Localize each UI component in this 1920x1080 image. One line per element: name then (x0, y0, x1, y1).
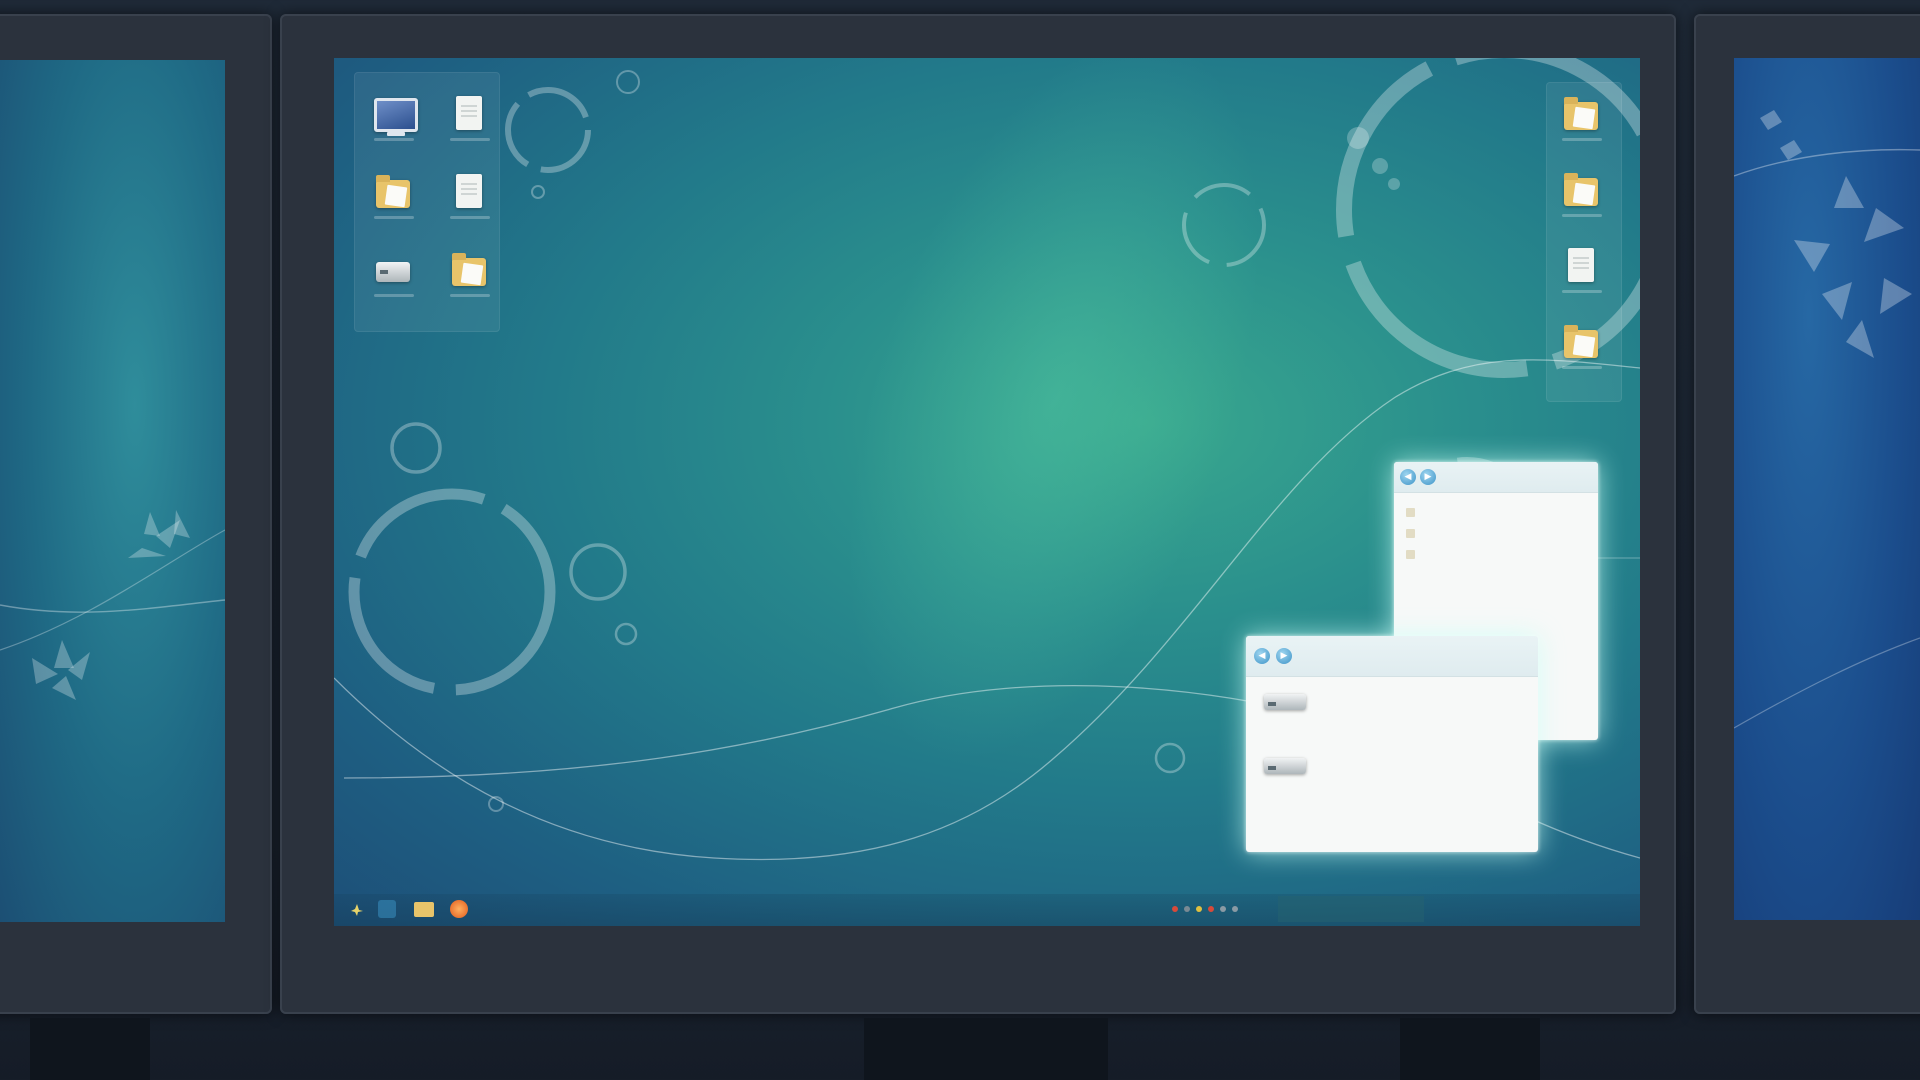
back-arrow-icon[interactable]: ◀ (1254, 648, 1270, 664)
computer-icon[interactable] (368, 92, 420, 152)
system-tray (1172, 904, 1292, 916)
folder-icon[interactable] (368, 170, 420, 230)
wallpaper-decoration (1734, 110, 1920, 729)
main-desktop: ◀ ▶ ◀ ▶ (334, 58, 1640, 926)
taskbar (334, 894, 1640, 926)
folder-icon[interactable] (1556, 168, 1608, 228)
folder-icon (1406, 550, 1415, 559)
browser-icon[interactable] (378, 900, 396, 918)
clock-panel[interactable] (1278, 896, 1424, 922)
window-titlebar[interactable]: ◀ ▶ (1394, 462, 1598, 493)
wallpaper-decoration (0, 510, 225, 700)
folder-icon (1406, 508, 1415, 517)
folder-icon[interactable] (1556, 92, 1608, 152)
back-arrow-icon[interactable]: ◀ (1400, 469, 1416, 485)
tray-status-icon[interactable] (1220, 906, 1226, 912)
folder-icon[interactable] (1556, 320, 1608, 380)
start-icon[interactable] (350, 902, 364, 916)
drive-icon[interactable] (368, 248, 420, 308)
drive-icon (1264, 694, 1306, 710)
forward-arrow-icon[interactable]: ▶ (1420, 469, 1436, 485)
window-titlebar[interactable]: ◀ ▶ (1246, 636, 1538, 677)
document-icon[interactable] (444, 92, 496, 152)
tray-status-icon[interactable] (1184, 906, 1190, 912)
tray-status-icon[interactable] (1172, 906, 1178, 912)
document-icon[interactable] (444, 170, 496, 230)
folder-icon (1406, 529, 1415, 538)
monitor-stand (864, 1018, 1108, 1080)
monitor-stand (30, 1018, 150, 1080)
folder-icon[interactable] (414, 902, 434, 917)
document-icon[interactable] (1556, 244, 1608, 304)
forward-arrow-icon[interactable]: ▶ (1276, 648, 1292, 664)
tray-status-icon[interactable] (1232, 906, 1238, 912)
explorer-window-front[interactable]: ◀ ▶ (1246, 636, 1538, 852)
tray-status-icon[interactable] (1196, 906, 1202, 912)
media-icon[interactable] (450, 900, 468, 918)
monitor-stand (1400, 1018, 1540, 1080)
drive-icon (1264, 758, 1306, 774)
right-screen (1734, 58, 1920, 920)
left-screen (0, 60, 225, 922)
folder-icon[interactable] (444, 248, 496, 308)
tray-status-icon[interactable] (1208, 906, 1214, 912)
